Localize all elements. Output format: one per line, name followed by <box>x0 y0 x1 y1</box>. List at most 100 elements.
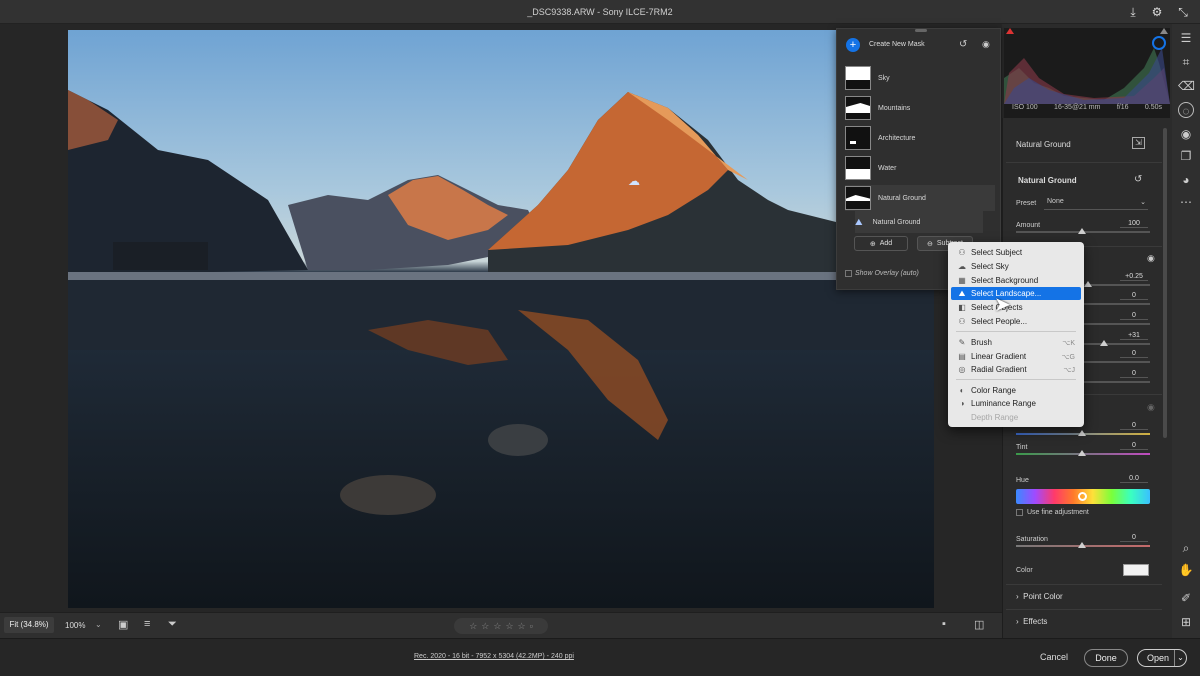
star-icon[interactable]: ☆ <box>518 621 526 632</box>
menu-item-select-objects[interactable]: ◧ Select Objects <box>951 301 1081 314</box>
reset-mask-icon[interactable]: ↺ <box>1134 174 1142 185</box>
more-icon[interactable]: ⋯ <box>1178 194 1194 210</box>
slider-thumb[interactable] <box>1084 281 1092 287</box>
fullscreen-icon[interactable]: ▪ <box>942 618 946 630</box>
create-new-mask-label[interactable]: Create New Mask <box>869 41 925 48</box>
zoom-icon[interactable]: ⌕ <box>1178 540 1194 556</box>
rating-stars[interactable]: ☆ ☆ ☆ ☆ ☆ ▫ <box>454 618 548 634</box>
crop-icon[interactable]: ⌗ <box>1178 54 1194 70</box>
collapse-icon[interactable]: ⤡ <box>1176 5 1190 19</box>
add-mask-icon[interactable]: + <box>846 38 860 52</box>
slider-thumb[interactable] <box>1078 492 1087 501</box>
filter-icon[interactable]: ⏷ <box>168 618 177 631</box>
mask-overlay-icon[interactable] <box>1152 36 1166 50</box>
masking-icon[interactable]: ◌ <box>1178 102 1194 118</box>
snapshots-icon[interactable]: ❐ <box>1178 148 1194 164</box>
menu-item-select-sky[interactable]: ☁ Select Sky <box>951 260 1081 273</box>
color-swatch[interactable] <box>1123 564 1149 576</box>
mask-item-natural-ground[interactable]: Natural Ground <box>845 185 995 211</box>
hue-slider[interactable] <box>1016 489 1150 504</box>
edit-sliders-icon[interactable]: ☰ <box>1178 30 1194 46</box>
color-sampler-icon[interactable]: ✐ <box>1178 590 1194 606</box>
star-icon[interactable]: ☆ <box>493 621 501 632</box>
save-icon[interactable]: ⤓ <box>1126 5 1140 19</box>
filmstrip-icon[interactable]: ▣ <box>118 618 128 631</box>
effects-section[interactable]: › Effects <box>1016 617 1047 626</box>
mask-item-architecture[interactable]: Architecture <box>845 125 995 151</box>
highlights-value[interactable]: 0 <box>1120 312 1148 320</box>
gear-icon[interactable]: ⚙ <box>1150 5 1164 19</box>
workflow-options-link[interactable]: Rec. 2020 - 16 bit - 7952 x 5304 (42.2MP… <box>414 653 574 660</box>
compare-icon[interactable]: ◫ <box>974 618 984 631</box>
menu-item-select-background[interactable]: ▦ Select Background <box>951 274 1081 287</box>
fit-zoom-button[interactable]: Fit (34.8%) <box>4 617 54 633</box>
contrast-value[interactable]: 0 <box>1120 292 1148 300</box>
mask-component-natural-ground[interactable]: ⛰ Natural Ground <box>855 211 983 233</box>
saturation-value[interactable]: 0 <box>1120 534 1148 542</box>
shadow-clipping-icon[interactable] <box>1006 28 1014 34</box>
menu-item-luminance-range[interactable]: ◑ Luminance Range <box>951 397 1081 410</box>
menu-item-select-subject[interactable]: ⚇ Select Subject <box>951 246 1081 259</box>
amount-value[interactable]: 100 <box>1120 220 1148 228</box>
eye-icon[interactable]: ◉ <box>982 39 990 50</box>
sort-icon[interactable]: ≡ <box>144 618 150 630</box>
cancel-button[interactable]: Cancel <box>1040 652 1068 662</box>
reset-icon[interactable]: ↺ <box>959 39 967 50</box>
mask-invert-icon[interactable]: ⇲ <box>1132 137 1145 149</box>
hand-icon[interactable]: ✋ <box>1178 562 1194 578</box>
highlight-clipping-icon[interactable] <box>1160 28 1168 34</box>
fine-adjustment-checkbox[interactable] <box>1016 509 1023 516</box>
hue-value[interactable]: 0.0 <box>1120 475 1148 483</box>
menu-item-radial-gradient[interactable]: ◎ Radial Gradient ⌥J <box>951 363 1081 376</box>
eye-icon[interactable]: ◉ <box>1147 253 1155 264</box>
slider-thumb[interactable] <box>1078 542 1086 548</box>
presets-icon[interactable]: ◕ <box>1178 172 1194 188</box>
tint-slider[interactable]: Tint 0 <box>1016 442 1150 458</box>
slider-thumb[interactable] <box>1078 228 1086 234</box>
panel-grip[interactable] <box>915 29 927 32</box>
saturation-slider[interactable]: Saturation 0 <box>1016 534 1150 550</box>
point-color-section[interactable]: › Point Color <box>1016 592 1063 601</box>
mask-item-mountains[interactable]: Mountains <box>845 95 995 121</box>
shadows-value[interactable]: +31 <box>1120 332 1148 340</box>
objects-icon: ◧ <box>958 302 966 312</box>
eraser-icon[interactable]: ⌫ <box>1178 78 1195 94</box>
red-eye-icon[interactable]: ◉ <box>1178 126 1194 142</box>
preset-select[interactable]: None ⌄ <box>1044 198 1148 210</box>
amount-slider[interactable]: Amount 100 <box>1016 220 1150 236</box>
blacks-value[interactable]: 0 <box>1120 370 1148 378</box>
grid-icon[interactable]: ⊞ <box>1178 614 1194 630</box>
menu-item-linear-gradient[interactable]: ▤ Linear Gradient ⌥G <box>951 350 1081 363</box>
star-icon[interactable]: ☆ <box>505 621 513 632</box>
star-icon[interactable]: ☆ <box>469 621 477 632</box>
whites-value[interactable]: 0 <box>1120 350 1148 358</box>
tint-value[interactable]: 0 <box>1120 442 1148 450</box>
exposure-value[interactable]: +0.25 <box>1120 273 1148 281</box>
open-button[interactable]: Open ⌄ <box>1137 649 1187 667</box>
mask-header-label: Natural Ground <box>1016 140 1071 149</box>
reject-icon[interactable]: ▫ <box>530 621 533 631</box>
menu-item-brush[interactable]: ✎ Brush ⌥K <box>951 336 1081 349</box>
zoom-level[interactable]: 100% <box>65 621 85 630</box>
status-bar: Rec. 2020 - 16 bit - 7952 x 5304 (42.2MP… <box>0 638 1200 676</box>
mask-item-sky[interactable]: Sky <box>845 65 995 91</box>
chevron-down-icon[interactable]: ⌄ <box>1174 650 1186 666</box>
mask-item-water[interactable]: Water <box>845 155 995 181</box>
chevron-down-icon[interactable]: ⌄ <box>95 620 102 629</box>
menu-shortcut: ⌥K <box>1062 339 1075 347</box>
menu-item-select-people[interactable]: ⚇ Select People... <box>951 315 1081 328</box>
panel-scrollbar[interactable] <box>1163 128 1167 438</box>
add-button[interactable]: ⊕ Add <box>854 236 908 251</box>
overlay-checkbox[interactable] <box>845 270 852 277</box>
menu-item-select-landscape[interactable]: ⛰ Select Landscape... <box>951 287 1081 300</box>
menu-item-color-range[interactable]: ◐ Color Range <box>951 384 1081 397</box>
slider-thumb[interactable] <box>1078 450 1086 456</box>
temperature-value[interactable]: 0 <box>1120 422 1148 430</box>
slider-thumb[interactable] <box>1078 430 1086 436</box>
done-button[interactable]: Done <box>1084 649 1128 667</box>
eye-icon[interactable]: ◉ <box>1147 402 1155 413</box>
star-icon[interactable]: ☆ <box>481 621 489 632</box>
photo-preview[interactable]: ☁ <box>68 30 934 608</box>
slider-thumb[interactable] <box>1100 340 1108 346</box>
divider <box>1006 609 1162 610</box>
